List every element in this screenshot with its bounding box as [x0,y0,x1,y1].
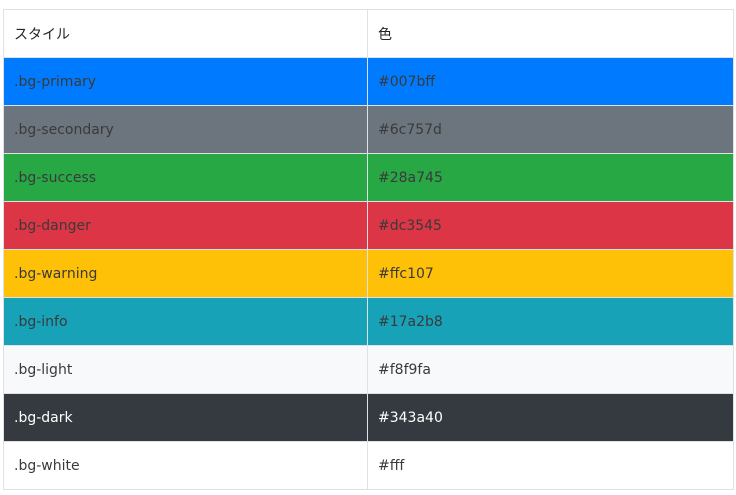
color-cell: #28a745 [367,153,734,202]
color-cell: #007bff [367,57,734,106]
style-cell: .bg-danger [3,201,368,250]
table-row: .bg-secondary #6c757d [3,105,734,154]
table-row: .bg-success #28a745 [3,153,734,202]
table-row: .bg-danger #dc3545 [3,201,734,250]
table-header-row: スタイル 色 [3,9,734,58]
style-cell: .bg-white [3,441,368,490]
table-row: .bg-info #17a2b8 [3,297,734,346]
table-row: .bg-light #f8f9fa [3,345,734,394]
style-cell: .bg-success [3,153,368,202]
header-color: 色 [367,9,734,58]
table-row: .bg-warning #ffc107 [3,249,734,298]
table-row: .bg-primary #007bff [3,57,734,106]
color-cell: #17a2b8 [367,297,734,346]
style-cell: .bg-secondary [3,105,368,154]
color-table-container: スタイル 色 .bg-primary #007bff .bg-secondary… [3,9,734,490]
style-cell: .bg-light [3,345,368,394]
table-row: .bg-dark #343a40 [3,393,734,442]
style-cell: .bg-dark [3,393,368,442]
color-cell: #6c757d [367,105,734,154]
table-row: .bg-white #fff [3,441,734,490]
table-body: .bg-primary #007bff .bg-secondary #6c757… [3,57,734,490]
color-cell: #343a40 [367,393,734,442]
bg-color-table: スタイル 色 .bg-primary #007bff .bg-secondary… [3,9,734,490]
color-cell: #dc3545 [367,201,734,250]
style-cell: .bg-primary [3,57,368,106]
style-cell: .bg-info [3,297,368,346]
color-cell: #ffc107 [367,249,734,298]
style-cell: .bg-warning [3,249,368,298]
color-cell: #fff [367,441,734,490]
color-cell: #f8f9fa [367,345,734,394]
header-style: スタイル [3,9,368,58]
